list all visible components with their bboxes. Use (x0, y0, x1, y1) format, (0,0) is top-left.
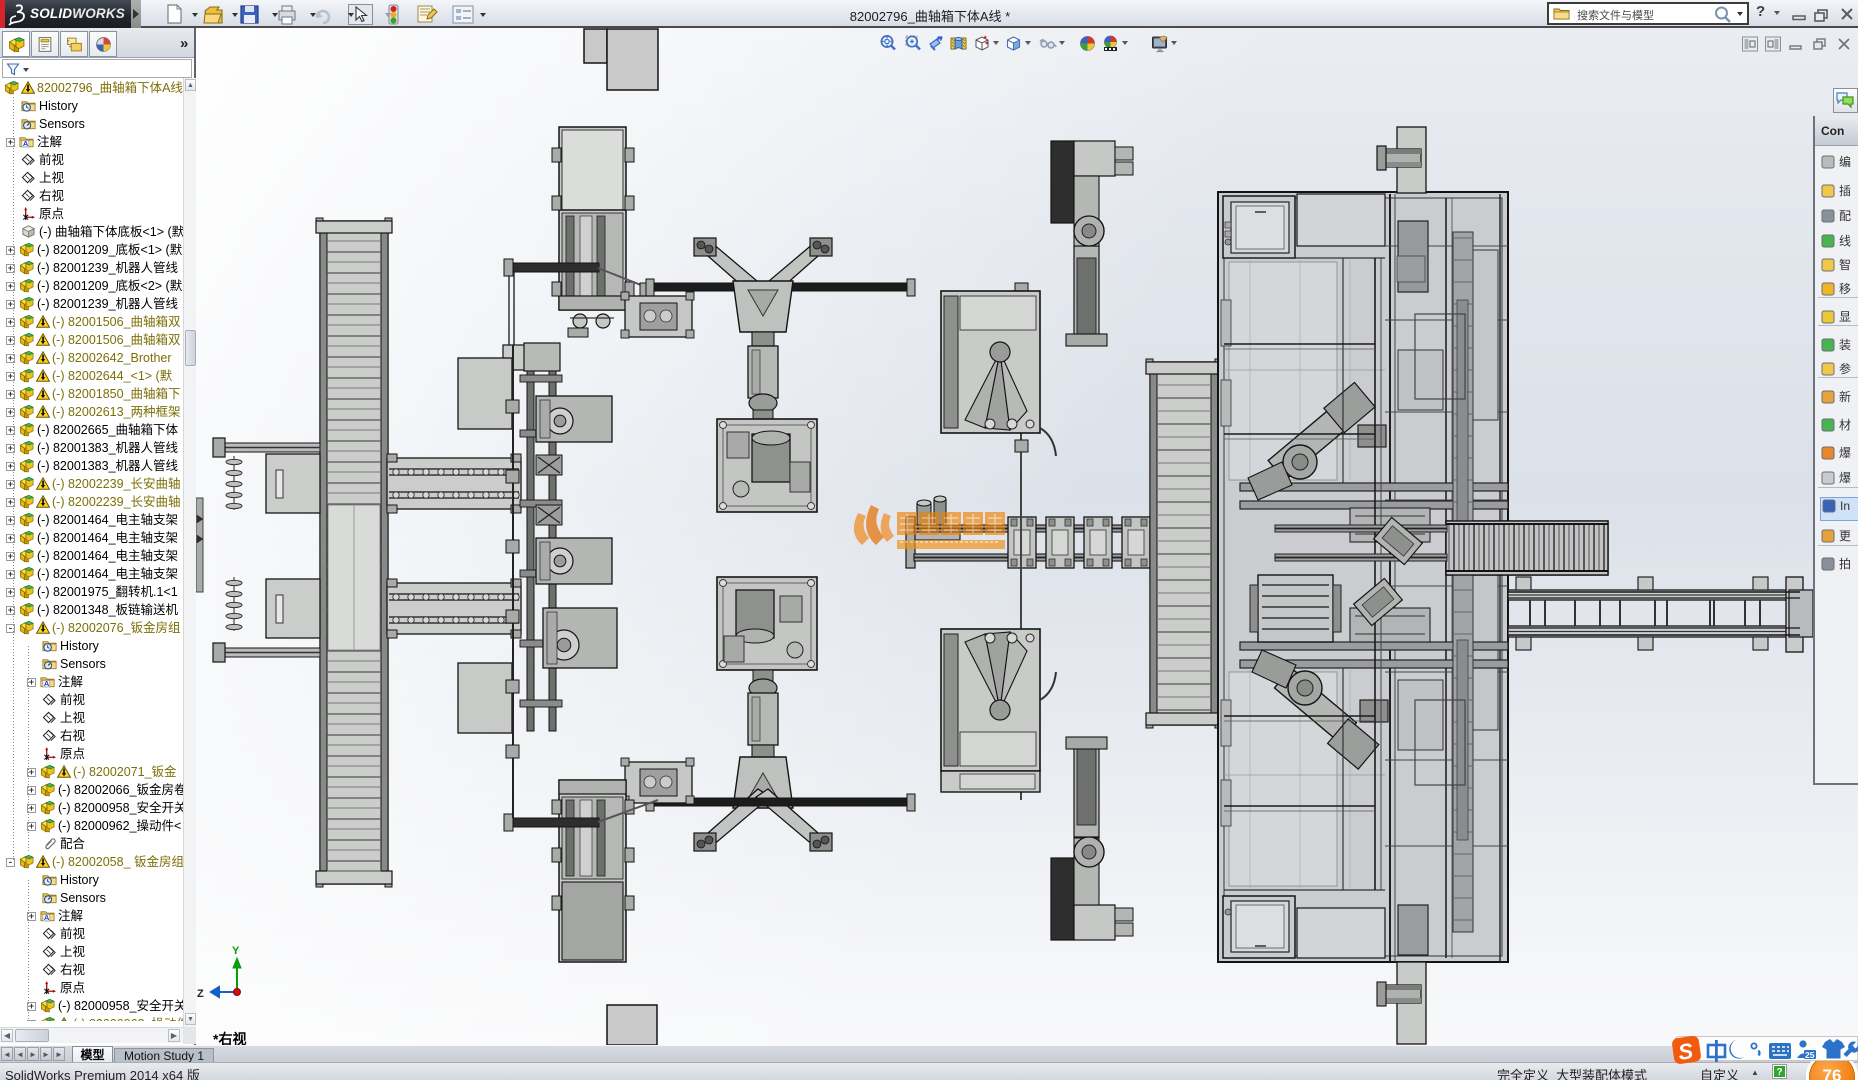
svg-text:25: 25 (1805, 1050, 1815, 1060)
svg-text:Z: Z (197, 988, 204, 1000)
svg-text:Y: Y (232, 945, 240, 957)
